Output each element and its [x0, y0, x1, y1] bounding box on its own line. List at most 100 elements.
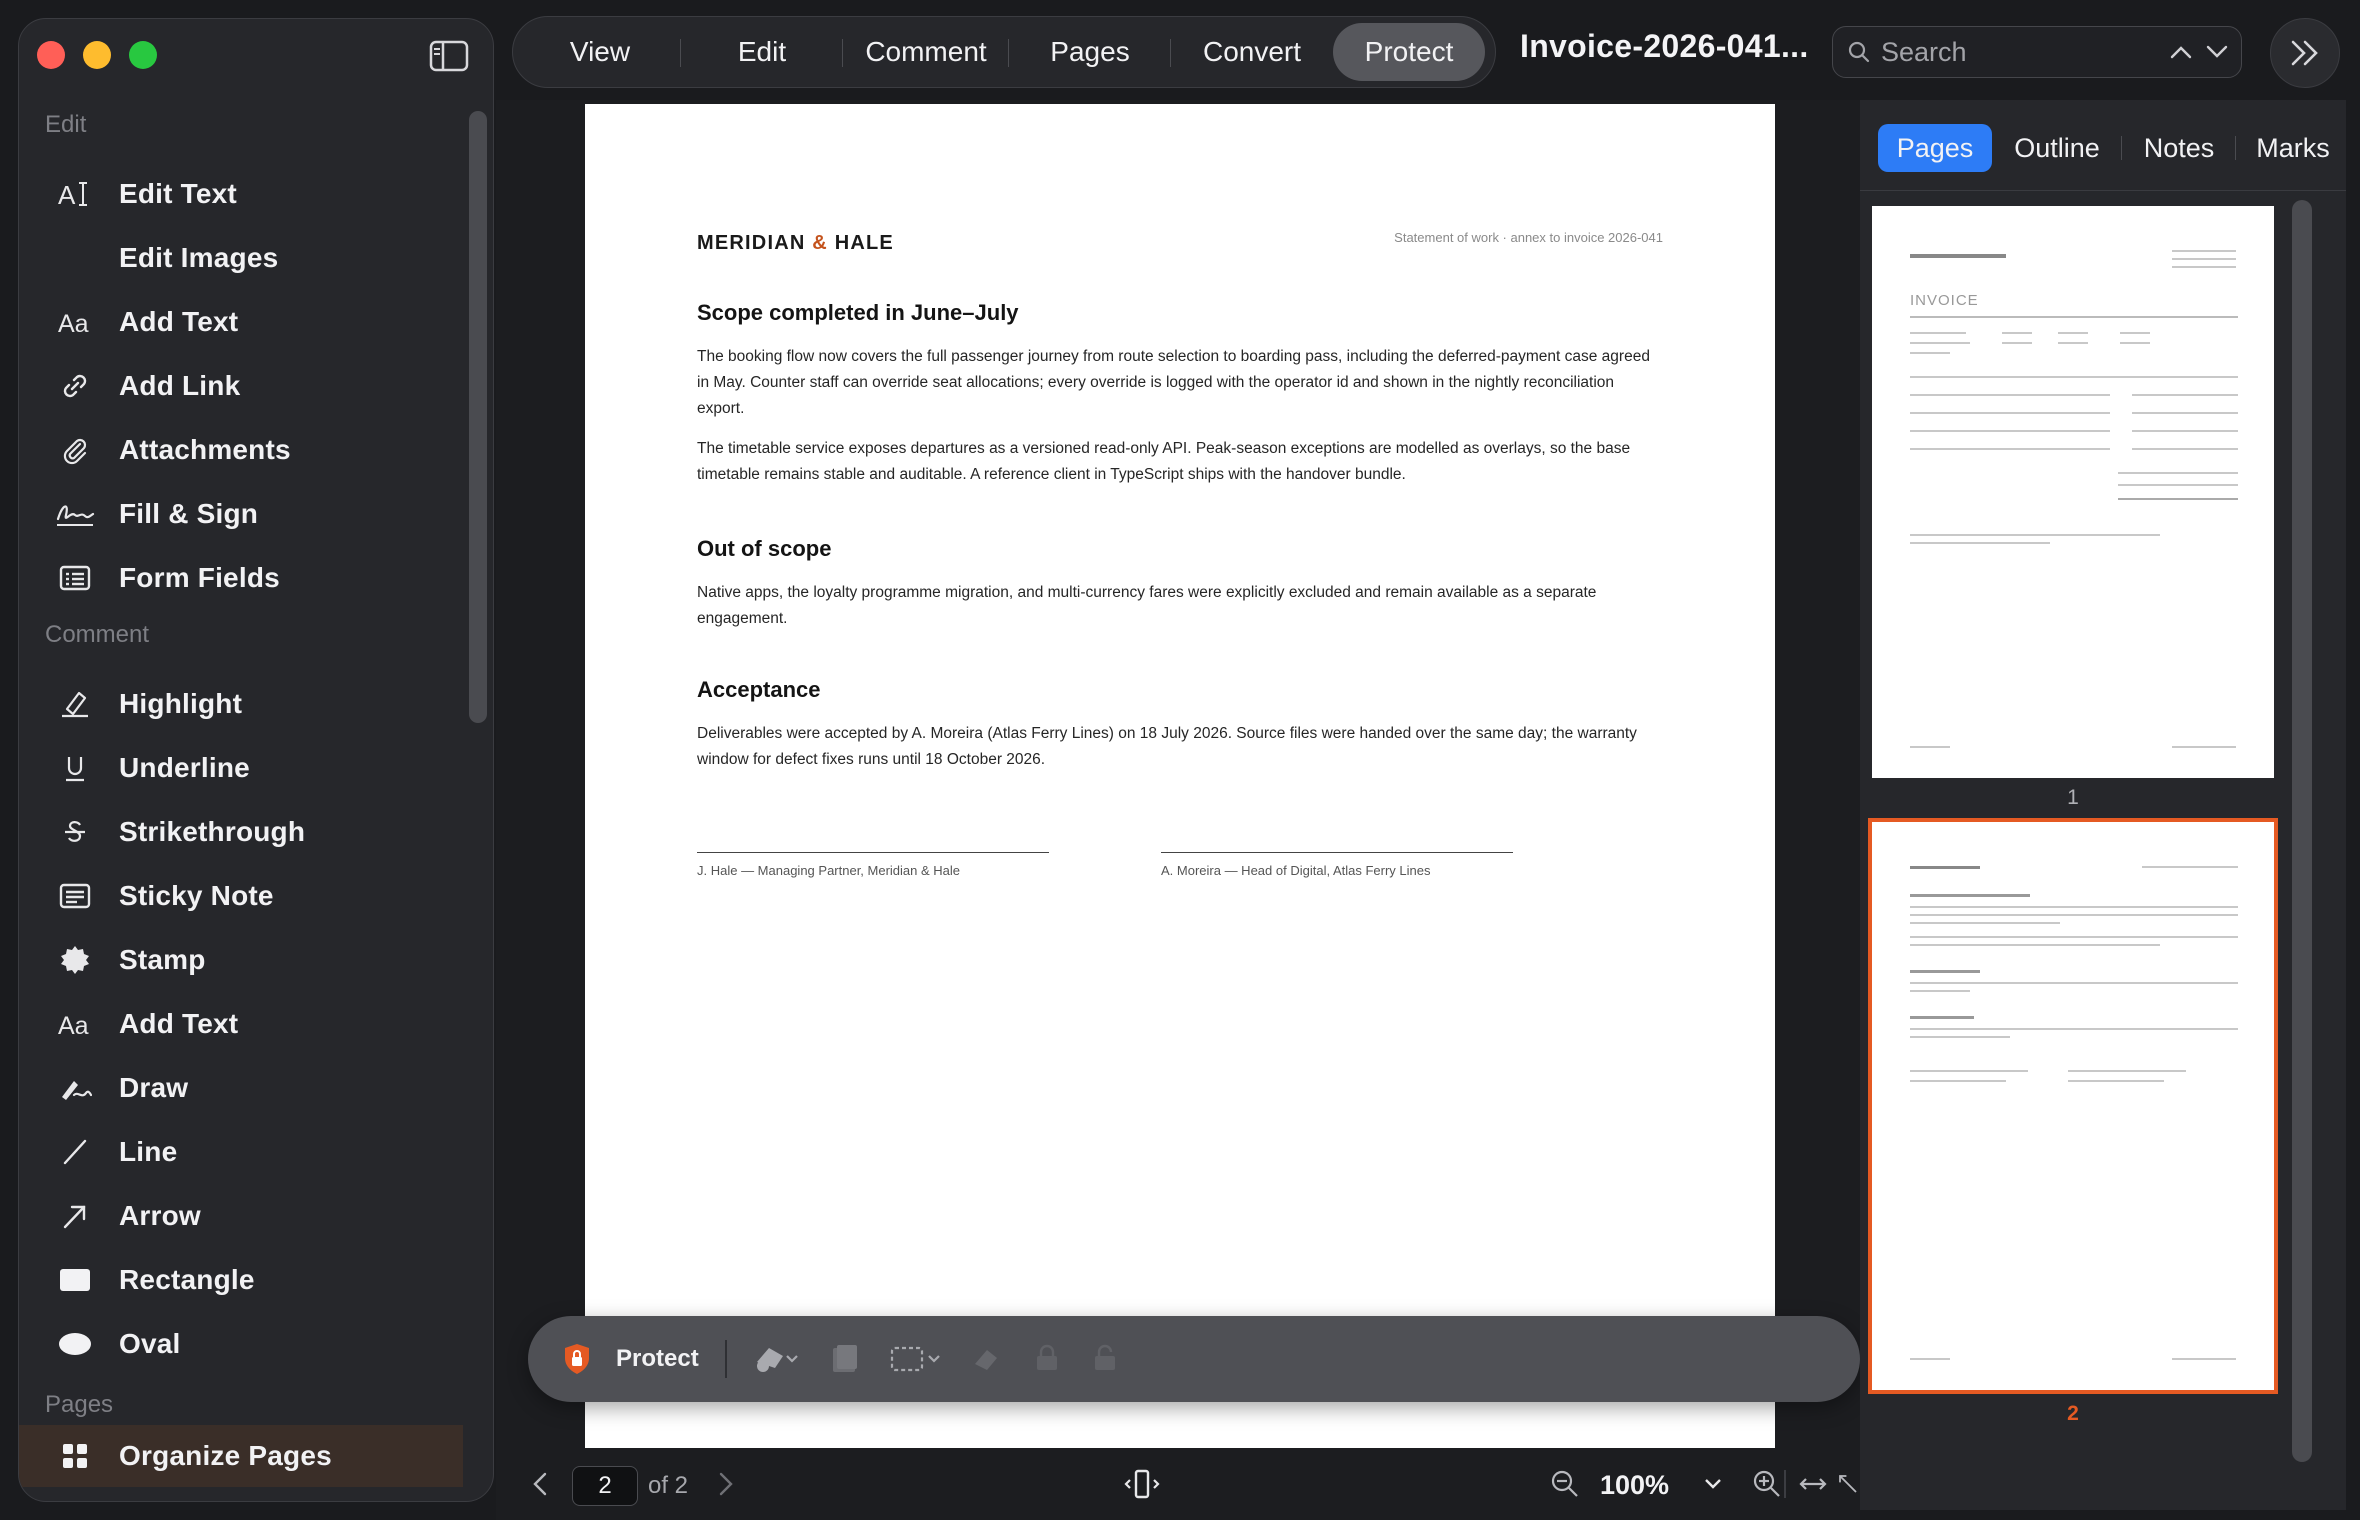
tab-pages-panel[interactable]: Pages	[1878, 124, 1992, 172]
scrollbar-thumb[interactable]	[2292, 200, 2312, 1462]
sidebar-item-label: Form Fields	[119, 562, 280, 593]
zoom-dropdown-chevron[interactable]	[1704, 1464, 1722, 1504]
sidebar-item-strikethrough[interactable]: Strikethrough	[29, 801, 459, 863]
sidebar-item-line[interactable]: Line	[29, 1121, 459, 1183]
protect-label: Protect	[616, 1345, 699, 1372]
tab-comment[interactable]: Comment	[843, 23, 1009, 81]
sidebar-item-organize-pages[interactable]: Organize Pages	[19, 1425, 463, 1487]
sidebar-item-add-text[interactable]: Aa Add Text	[29, 291, 459, 353]
redact-tool-button[interactable]	[753, 1339, 801, 1379]
sidebar-item-edit-text[interactable]: A Edit Text	[29, 163, 459, 225]
tab-protect[interactable]: Protect	[1333, 23, 1485, 81]
panel-tabs: Pages Outline Notes Marks	[1878, 124, 2350, 172]
tab-notes[interactable]: Notes	[2122, 124, 2236, 172]
zoom-out-button[interactable]	[1550, 1464, 1580, 1504]
note-icon	[55, 882, 95, 910]
expand-diagonal-icon	[1839, 1475, 1857, 1493]
document-title: Invoice-2026-041...	[1520, 28, 1809, 64]
chevron-down-icon	[1705, 1479, 1721, 1489]
page-number-input[interactable]: 2	[572, 1466, 638, 1506]
sidebar-item-label: Add Text	[119, 1008, 239, 1039]
document-page[interactable]: MERIDIAN & HALE Statement of work · anne…	[585, 104, 1775, 1450]
zoom-window-button[interactable]	[129, 41, 157, 69]
arrow-icon	[55, 1201, 95, 1231]
sidebar-item-sticky-note[interactable]: Sticky Note	[29, 865, 459, 927]
zoom-out-icon	[1551, 1470, 1578, 1497]
close-window-button[interactable]	[37, 41, 65, 69]
fit-page-button[interactable]	[1124, 1464, 1160, 1504]
sidebar-item-underline[interactable]: Underline	[29, 737, 459, 799]
tab-edit[interactable]: Edit	[681, 23, 843, 81]
paperclip-icon	[55, 435, 95, 465]
zoom-level-dropdown[interactable]: 100%	[1600, 1470, 1669, 1501]
sidebar-toggle-icon[interactable]	[429, 39, 469, 73]
stamp-icon	[55, 944, 95, 976]
tab-pages[interactable]: Pages	[1009, 23, 1171, 81]
search-next-button[interactable]	[2199, 34, 2235, 70]
sidebar-item-arrow[interactable]: Arrow	[29, 1185, 459, 1247]
double-chevron-right-icon	[2291, 40, 2318, 66]
form-icon	[55, 564, 95, 592]
sidebar-item-stamp[interactable]: Stamp	[29, 929, 459, 991]
sidebar-item-form-fields[interactable]: Form Fields	[29, 547, 459, 609]
sidebar-item-add-text-comment[interactable]: Aa Add Text	[29, 993, 459, 1055]
draw-icon	[55, 1073, 95, 1103]
fit-page-icon	[1124, 1469, 1160, 1499]
sidebar-item-label: Stamp	[119, 944, 206, 975]
tab-view[interactable]: View	[519, 23, 681, 81]
marquee-icon	[890, 1346, 940, 1372]
thumbnail-panel: Pages Outline Notes Marks INVOICE 1 2	[1860, 100, 2346, 1510]
unlock-button[interactable]	[1089, 1339, 1121, 1379]
sidebar-item-label: Draw	[119, 1072, 189, 1103]
link-icon	[55, 371, 95, 401]
sidebar-item-label: Highlight	[119, 688, 243, 719]
tab-convert[interactable]: Convert	[1171, 23, 1333, 81]
document-security-button[interactable]	[827, 1339, 863, 1379]
sidebar-item-fill-sign[interactable]: Fill & Sign	[29, 483, 459, 545]
lock-button[interactable]	[1031, 1339, 1063, 1379]
sidebar-item-oval[interactable]: Oval	[29, 1313, 459, 1375]
sidebar-item-label: Add Text	[119, 306, 239, 337]
sidebar-item-attachments[interactable]: Attachments	[29, 419, 459, 481]
expand-toolbar-button[interactable]	[2270, 18, 2340, 88]
section-label-comment: Comment	[45, 621, 150, 648]
svg-text:Aa: Aa	[58, 310, 89, 337]
page-thumbnail-1[interactable]: INVOICE	[1872, 206, 2274, 778]
scrollbar-thumb[interactable]	[469, 111, 487, 723]
sidebar-item-add-link[interactable]: Add Link	[29, 355, 459, 417]
sidebar-item-label: Oval	[119, 1328, 181, 1359]
previous-page-button[interactable]	[530, 1464, 550, 1504]
eraser-icon	[974, 1350, 997, 1370]
chevron-right-icon	[719, 1472, 733, 1496]
annex-note: Statement of work · annex to invoice 202…	[1394, 230, 1663, 245]
search-input[interactable]: Search	[1881, 37, 2163, 68]
oval-icon	[55, 1331, 95, 1357]
minimize-window-button[interactable]	[83, 41, 111, 69]
sidebar-item-label: Organize Pages	[119, 1440, 332, 1471]
sidebar-scrollbar[interactable]	[469, 111, 487, 1491]
eraser-button[interactable]	[969, 1339, 1005, 1379]
tab-marks[interactable]: Marks	[2236, 124, 2350, 172]
page-thumbnail-2[interactable]	[1868, 818, 2278, 1394]
sidebar-item-label: Edit Images	[119, 242, 279, 273]
fit-width-button[interactable]	[1798, 1464, 1828, 1504]
next-page-button[interactable]	[716, 1464, 736, 1504]
sidebar-item-label: Rectangle	[119, 1264, 255, 1295]
signature-line: J. Hale — Managing Partner, Meridian & H…	[697, 852, 1049, 878]
sidebar-item-edit-images[interactable]: Edit Images	[29, 227, 459, 289]
section-label-edit: Edit	[45, 111, 87, 138]
fullscreen-button[interactable]	[1836, 1464, 1860, 1504]
zoom-in-button[interactable]	[1752, 1464, 1782, 1504]
lock-icon	[1036, 1344, 1057, 1370]
window-controls	[37, 41, 157, 69]
sidebar-item-rectangle[interactable]: Rectangle	[29, 1249, 459, 1311]
thumbnail-title: INVOICE	[1910, 292, 1979, 309]
area-select-button[interactable]	[889, 1339, 945, 1379]
search-field[interactable]: Search	[1832, 26, 2242, 78]
sidebar-item-draw[interactable]: Draw	[29, 1057, 459, 1119]
sidebar-item-highlight[interactable]: Highlight	[29, 673, 459, 735]
thumbnail-scrollbar[interactable]	[2292, 200, 2312, 1462]
search-prev-button[interactable]	[2163, 34, 2199, 70]
tab-outline[interactable]: Outline	[1992, 124, 2122, 172]
main-toolbar: View Edit Comment Pages Convert Protect	[512, 16, 1496, 88]
